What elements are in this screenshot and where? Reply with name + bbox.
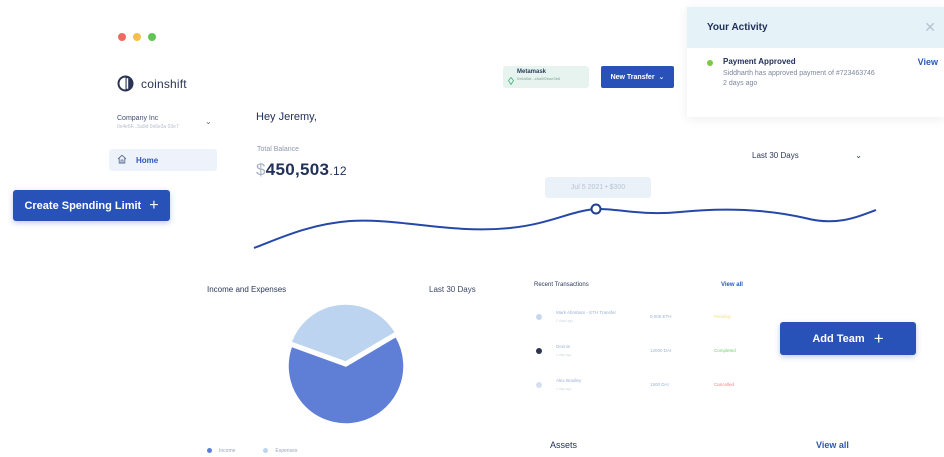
transaction-icon — [536, 348, 542, 354]
pie-legend: Income Expenses — [207, 448, 297, 454]
company-address: 0x4e6F...5a9d 0x6e3a 03e7 — [117, 124, 179, 130]
transaction-row[interactable]: Mark Abraham - ETH Transfer 2 days ago 0… — [534, 309, 764, 331]
sidebar-item-label: Home — [136, 155, 159, 165]
currency-symbol: $ — [256, 160, 266, 179]
transaction-amount: 0.005 ETH — [650, 314, 672, 319]
home-icon — [117, 151, 127, 169]
income-expenses-title: Income and Expenses — [207, 285, 287, 294]
transaction-icon — [536, 382, 542, 388]
balance-chart-marker[interactable] — [590, 203, 602, 215]
plus-icon: + — [873, 329, 884, 348]
window-controls — [118, 33, 156, 41]
transaction-date: 1 day ago — [556, 387, 572, 391]
transaction-row[interactable]: Alex Bradley 1 day ago 1500 DAI Cancelle… — [534, 377, 764, 399]
company-name: Company Inc — [117, 115, 159, 122]
activity-item-time: 2 days ago — [723, 80, 758, 87]
chevron-down-icon: ⌄ — [658, 74, 665, 81]
activity-panel: Your Activity ✕ Payment Approved Siddhar… — [687, 7, 944, 117]
chevron-down-icon: ⌄ — [855, 151, 862, 160]
transaction-status: Completed — [714, 348, 736, 353]
total-balance-label: Total Balance — [257, 146, 300, 153]
transaction-name: Alex Bradley — [556, 378, 582, 383]
new-transfer-button[interactable]: New Transfer ⌄ — [601, 66, 674, 88]
wallet-name: Metamask — [517, 69, 547, 75]
transaction-status: Pending — [714, 314, 731, 319]
transaction-amount: 1500 DAI — [650, 382, 669, 387]
legend-swatch — [207, 448, 212, 454]
legend-label: Expenses — [275, 448, 298, 454]
transaction-icon — [536, 314, 542, 320]
total-balance-value: $450,503.12 — [256, 160, 347, 180]
transaction-amount: 12000 DAI — [650, 348, 672, 353]
date-range-value: Last 30 Days — [752, 151, 799, 160]
close-window-dot[interactable] — [118, 33, 126, 41]
assets-title: Assets — [550, 440, 578, 450]
greeting: Hey Jeremy, — [256, 111, 317, 123]
balance-cents: .12 — [329, 164, 347, 178]
transaction-name: Mark Abraham - ETH Transfer — [556, 310, 617, 315]
transaction-name: Dennis — [556, 344, 571, 349]
recent-transactions-title: Recent Transactions — [534, 282, 589, 288]
plus-icon: + — [149, 196, 159, 214]
minimize-window-dot[interactable] — [133, 33, 141, 41]
button-label: Add Team — [812, 332, 865, 345]
activity-header: Your Activity ✕ — [687, 7, 944, 48]
activity-title: Your Activity — [707, 22, 768, 33]
activity-view-link[interactable]: View — [918, 57, 938, 67]
balance-line — [253, 207, 877, 249]
chart-tooltip: Jul 5 2021 • $300 — [545, 177, 651, 198]
brand-name: coinshift — [141, 76, 187, 91]
wallet-chip[interactable]: Metamask 0x6a5af...e6a5f2bae3b8 — [503, 66, 589, 88]
transaction-row[interactable]: Dennis 1 day ago 12000 DAI Completed — [534, 343, 764, 365]
coinshift-logo-icon — [117, 75, 134, 92]
legend-label: Income — [219, 448, 236, 454]
balance-line-chart — [253, 203, 877, 249]
transaction-date: 2 days ago — [556, 319, 574, 323]
create-spending-limit-button[interactable]: Create Spending Limit + — [13, 190, 170, 221]
brand-logo[interactable]: coinshift — [117, 75, 187, 92]
status-dot — [707, 60, 713, 66]
activity-item: Payment Approved Siddharth has approved … — [687, 48, 944, 87]
transaction-status: Cancelled — [714, 382, 735, 387]
date-range-select[interactable]: Last 30 Days ⌄ — [752, 151, 862, 160]
close-icon[interactable]: ✕ — [924, 19, 936, 36]
company-selector[interactable]: Company Inc 0x4e6F...5a9d 0x6e3a 03e7 — [117, 115, 217, 130]
button-label: New Transfer — [610, 73, 655, 81]
add-team-button[interactable]: Add Team + — [780, 322, 916, 355]
maximize-window-dot[interactable] — [148, 33, 156, 41]
sidebar-item-home[interactable]: Home — [109, 149, 217, 171]
transactions-view-all-link[interactable]: View all — [721, 282, 743, 288]
activity-item-title: Payment Approved — [723, 57, 796, 66]
activity-item-desc: Siddharth has approved payment of #72346… — [723, 70, 875, 77]
metamask-icon — [508, 72, 514, 86]
balance-whole: 450,503 — [265, 160, 330, 179]
assets-view-all-link[interactable]: View all — [816, 440, 849, 450]
button-label: Create Spending Limit — [24, 199, 142, 212]
legend-swatch — [263, 448, 269, 454]
income-expenses-pie — [287, 303, 405, 425]
chevron-down-icon[interactable]: ⌄ — [205, 117, 212, 126]
legend-expenses: Expenses — [263, 448, 297, 454]
income-expenses-range[interactable]: Last 30 Days — [429, 285, 476, 294]
transaction-date: 1 day ago — [556, 353, 572, 357]
wallet-address: 0x6a5af...e6a5f2bae3b8 — [517, 76, 561, 81]
legend-income: Income — [207, 448, 235, 454]
